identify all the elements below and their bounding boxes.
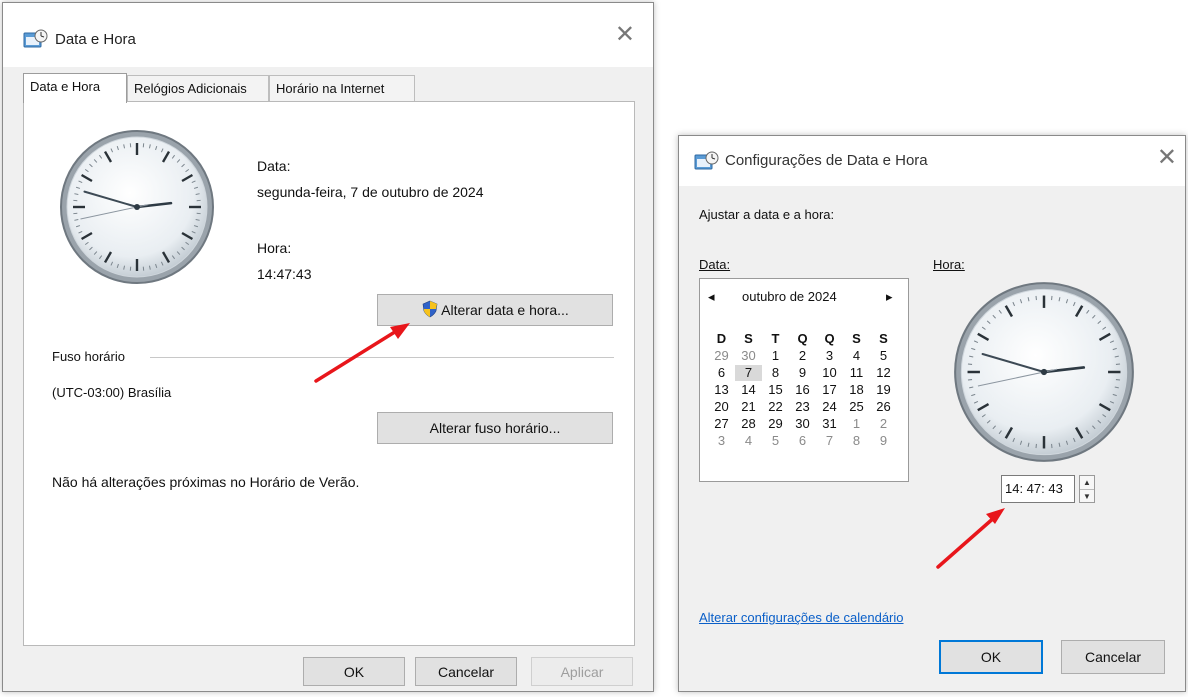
clock-time-label: Hora: [933, 257, 965, 272]
settings-app-icon [694, 151, 720, 171]
calendar-day[interactable]: 18 [843, 382, 870, 398]
apply-button[interactable]: Aplicar [531, 657, 633, 686]
ok-button[interactable]: OK [303, 657, 405, 686]
uac-shield-icon [421, 300, 439, 321]
weekday-header: S [879, 331, 888, 346]
settings-window-title: Configurações de Data e Hora [725, 152, 928, 169]
settings-close-icon[interactable]: ✕ [1157, 146, 1177, 170]
calendar-day[interactable]: 8 [843, 433, 870, 449]
calendar-settings-link[interactable]: Alterar configurações de calendário [699, 610, 904, 625]
month-year-label[interactable]: outubro de 2024 [742, 289, 837, 304]
calendar-day[interactable]: 5 [870, 348, 897, 364]
calendar-day[interactable]: 31 [816, 416, 843, 432]
calendar-day[interactable]: 21 [735, 399, 762, 415]
calendar-day[interactable]: 28 [735, 416, 762, 432]
calendar-day[interactable]: 9 [870, 433, 897, 449]
calendar-day[interactable]: 25 [843, 399, 870, 415]
change-datetime-button[interactable]: Alterar data e hora... [377, 294, 613, 326]
calendar-day[interactable]: 3 [816, 348, 843, 364]
settings-cancel-button[interactable]: Cancelar [1061, 640, 1165, 674]
calendar-day[interactable]: 7 [816, 433, 843, 449]
calendar-day[interactable]: 27 [708, 416, 735, 432]
calendar-day[interactable]: 8 [762, 365, 789, 381]
settings-title-bar: Configurações de Data e Hora ✕ [679, 136, 1185, 186]
clock-center [1040, 368, 1048, 376]
calendar-day[interactable]: 19 [870, 382, 897, 398]
timezone-value: (UTC-03:00) Brasília [52, 385, 172, 400]
time-label: Hora: [257, 240, 292, 256]
change-datetime-label: Alterar data e hora... [441, 302, 569, 318]
calendar-day[interactable]: 29 [708, 348, 735, 364]
tab-relogios-adicionais[interactable]: Relógios Adicionais [127, 75, 269, 101]
time-value: 14:47:43 [257, 266, 312, 282]
calendar-day[interactable]: 20 [708, 399, 735, 415]
weekday-header: T [771, 331, 780, 346]
title-bar: Data e Hora ✕ [3, 3, 653, 67]
date-value: segunda-feira, 7 de outubro de 2024 [257, 184, 484, 200]
weekday-header: Q [824, 331, 835, 346]
calendar-day[interactable]: 2 [870, 416, 897, 432]
clock-center [134, 204, 140, 210]
calendar-grid: D S T Q Q S S 29 30 1 2 3 4 5 6 7 8 9 10… [708, 331, 900, 449]
tab-panel: Data: segunda-feira, 7 de outubro de 202… [23, 101, 635, 646]
calendar-day[interactable]: 6 [789, 433, 816, 449]
calendar-day[interactable]: 30 [789, 416, 816, 432]
date-time-window: Data e Hora ✕ Data e Hora Relógios Adici… [2, 2, 654, 692]
weekday-header: S [744, 331, 753, 346]
date-time-app-icon [23, 29, 49, 49]
close-icon[interactable]: ✕ [615, 23, 635, 47]
window-title: Data e Hora [55, 31, 136, 48]
calendar-day[interactable]: 1 [843, 416, 870, 432]
spin-up-icon[interactable]: ▲ [1080, 476, 1094, 490]
calendar-day[interactable]: 1 [762, 348, 789, 364]
calendar-header: ◂ outubro de 2024 ▸ [700, 289, 908, 309]
calendar-day[interactable]: 22 [762, 399, 789, 415]
settings-analog-clock [954, 282, 1134, 462]
cancel-button[interactable]: Cancelar [415, 657, 517, 686]
settings-ok-button[interactable]: OK [939, 640, 1043, 674]
calendar-day[interactable]: 24 [816, 399, 843, 415]
calendar-day[interactable]: 4 [843, 348, 870, 364]
calendar-date-label: Data: [699, 257, 731, 272]
timezone-section-label: Fuso horário [52, 349, 125, 364]
calendar-day[interactable]: 14 [735, 382, 762, 398]
calendar-day[interactable]: 17 [816, 382, 843, 398]
weekday-header: Q [797, 331, 808, 346]
calendar-day[interactable]: 15 [762, 382, 789, 398]
calendar-day[interactable]: 4 [735, 433, 762, 449]
weekday-header: S [852, 331, 861, 346]
calendar-day[interactable]: 29 [762, 416, 789, 432]
calendar-day[interactable]: 30 [735, 348, 762, 364]
calendar-day[interactable]: 23 [789, 399, 816, 415]
analog-clock [60, 130, 214, 284]
calendar-day[interactable]: 3 [708, 433, 735, 449]
prev-month-icon[interactable]: ◂ [708, 289, 715, 305]
next-month-icon[interactable]: ▸ [886, 289, 893, 305]
date-time-settings-window: Configurações de Data e Hora ✕ Ajustar a… [678, 135, 1186, 692]
calendar-day[interactable]: 13 [708, 382, 735, 398]
time-spinner[interactable]: ▲ ▼ [1079, 475, 1095, 503]
calendar-day[interactable]: 16 [789, 382, 816, 398]
calendar-day-selected[interactable]: 7 [735, 365, 762, 381]
instruction-text: Ajustar a data e a hora: [699, 207, 835, 222]
time-input[interactable]: 14: 47: 43 [1001, 475, 1075, 503]
calendar-day[interactable]: 26 [870, 399, 897, 415]
calendar-day[interactable]: 10 [816, 365, 843, 381]
weekday-header: D [716, 331, 727, 346]
calendar-day[interactable]: 5 [762, 433, 789, 449]
dst-message: Não há alterações próximas no Horário de… [52, 474, 360, 490]
calendar: ◂ outubro de 2024 ▸ D S T Q Q S S 29 30 … [699, 278, 909, 482]
change-timezone-button[interactable]: Alterar fuso horário... [377, 412, 613, 444]
timezone-divider [150, 357, 614, 358]
calendar-day[interactable]: 9 [789, 365, 816, 381]
calendar-day[interactable]: 12 [870, 365, 897, 381]
tab-data-e-hora[interactable]: Data e Hora [23, 73, 127, 103]
spin-down-icon[interactable]: ▼ [1080, 490, 1094, 503]
calendar-day[interactable]: 6 [708, 365, 735, 381]
calendar-day[interactable]: 11 [843, 365, 870, 381]
calendar-day[interactable]: 2 [789, 348, 816, 364]
tab-horario-internet[interactable]: Horário na Internet [269, 75, 415, 101]
date-label: Data: [257, 158, 291, 174]
